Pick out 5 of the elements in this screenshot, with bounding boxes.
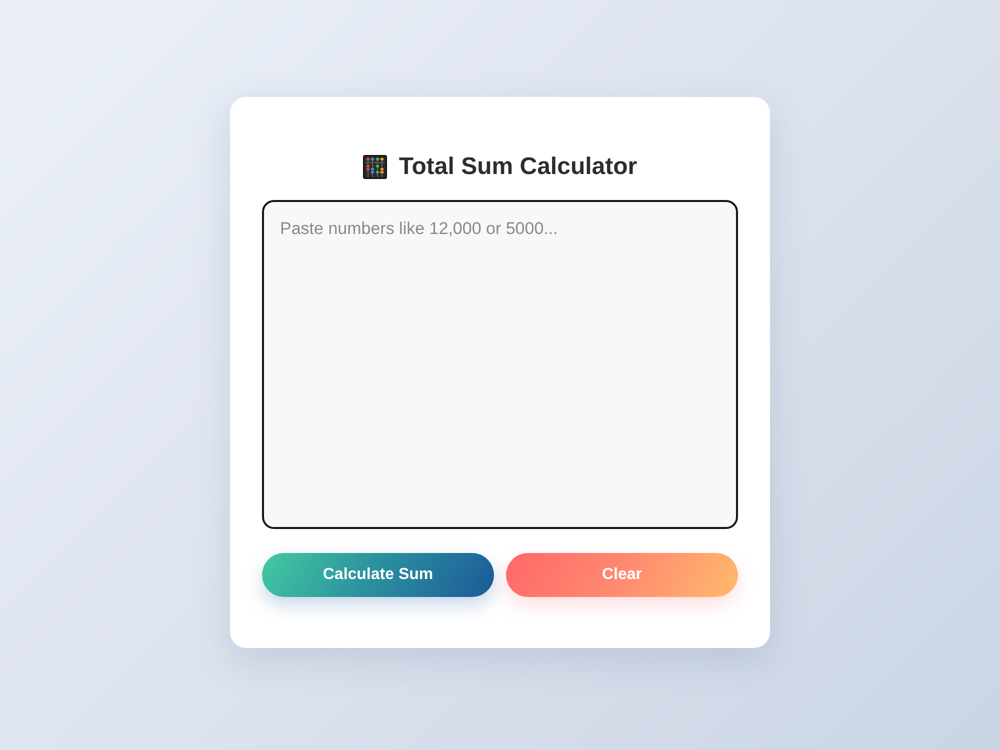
app-title: Total Sum Calculator bbox=[398, 152, 638, 182]
abacus-icon bbox=[362, 155, 387, 179]
calculate-sum-button[interactable]: Calculate Sum bbox=[262, 553, 494, 597]
numbers-input-field[interactable]: Paste numbers like 12,000 or 5000... bbox=[262, 200, 738, 529]
clear-button[interactable]: Clear bbox=[506, 553, 738, 597]
